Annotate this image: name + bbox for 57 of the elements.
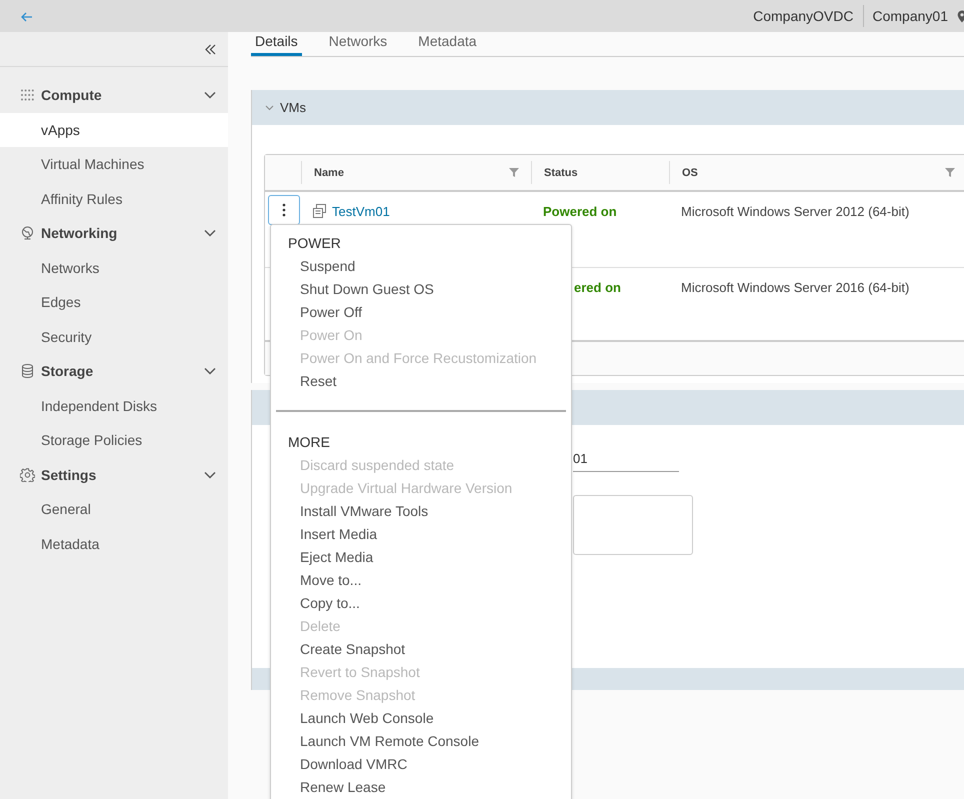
menu-item[interactable]: Shut Down Guest OS — [271, 278, 571, 301]
nav-group-header[interactable]: Compute — [0, 78, 228, 112]
menu-item[interactable]: Insert Media — [271, 523, 571, 546]
name-field[interactable]: 01 — [573, 449, 679, 472]
menu-item[interactable]: Power Off — [271, 301, 571, 324]
menu-item[interactable]: Move to... — [271, 569, 571, 592]
menu-item[interactable]: Launch VM Remote Console — [271, 730, 571, 753]
panel-header[interactable]: VMs — [252, 90, 964, 125]
filter-icon[interactable] — [509, 168, 519, 177]
nav-group-header[interactable]: Settings — [0, 458, 228, 492]
tab[interactable]: Details — [251, 32, 302, 56]
nav-item[interactable]: Edges — [0, 285, 228, 320]
nav-item[interactable]: Metadata — [0, 526, 228, 561]
nav-item[interactable]: Independent Disks — [0, 388, 228, 423]
column-header[interactable]: OS — [682, 166, 698, 178]
org-vdc-name[interactable]: CompanyOVDC — [753, 8, 854, 24]
menu-item[interactable]: Launch Web Console — [271, 707, 571, 730]
nav-group-header[interactable]: Storage — [0, 354, 228, 388]
os-text: Microsoft Windows Server 2016 (64-bit) — [681, 280, 910, 295]
menu-section-title: MORE — [287, 433, 331, 452]
nav-item[interactable]: vApps — [0, 112, 228, 147]
menu-item[interactable]: Eject Media — [271, 546, 571, 569]
nav-item[interactable]: Affinity Rules — [0, 182, 228, 216]
nav-item[interactable]: Storage Policies — [0, 423, 228, 458]
grid-icon — [20, 89, 35, 102]
menu-item[interactable]: Suspend — [271, 255, 571, 278]
tab[interactable]: Networks — [324, 32, 392, 53]
back-arrow-icon[interactable] — [21, 12, 33, 22]
menu-section-title: POWER — [287, 234, 342, 253]
status-text: ered on — [573, 280, 621, 295]
description-field[interactable] — [573, 495, 693, 555]
organization-name[interactable]: Company01 — [872, 8, 948, 24]
menu-item[interactable]: Create Snapshot — [271, 638, 571, 661]
menu-item[interactable]: Copy to... — [271, 592, 571, 615]
nav-item[interactable]: Security — [0, 320, 228, 354]
menu-item[interactable]: Download VMRC — [271, 753, 571, 776]
vm-name-link[interactable]: TestVm01 — [332, 204, 390, 219]
vm-icon — [313, 204, 326, 218]
menu-item[interactable]: Reset — [271, 370, 571, 393]
collapse-icon[interactable] — [205, 44, 216, 54]
filter-icon[interactable] — [945, 168, 955, 177]
nav-group-header[interactable]: Networking — [0, 216, 228, 250]
more-vertical-icon — [282, 203, 286, 217]
nav-item[interactable]: Virtual Machines — [0, 147, 228, 182]
nav-item[interactable]: General — [0, 492, 228, 526]
actions-button[interactable] — [268, 195, 300, 225]
menu-item[interactable]: Renew Lease — [271, 776, 571, 799]
os-text: Microsoft Windows Server 2012 (64-bit) — [681, 204, 910, 219]
database-icon — [20, 364, 35, 378]
nav-item[interactable]: Networks — [0, 250, 228, 285]
status-text: Powered on — [543, 204, 617, 219]
settings-icon — [20, 468, 35, 482]
globe-icon — [20, 226, 35, 240]
tab[interactable]: Metadata — [414, 32, 481, 53]
column-header[interactable]: Name — [314, 166, 344, 178]
menu-item[interactable]: Install VMware Tools — [271, 500, 571, 523]
column-header[interactable]: Status — [544, 166, 578, 178]
